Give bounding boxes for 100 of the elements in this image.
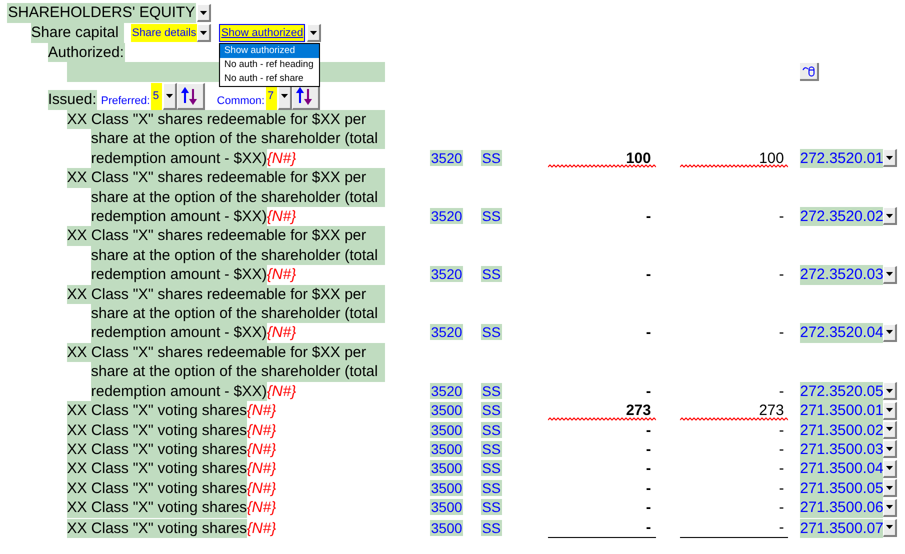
dropdown-button[interactable] <box>883 207 898 226</box>
note-reference: {N#} <box>266 382 296 402</box>
dropdown-button[interactable] <box>883 498 898 517</box>
code-cell: 3520 <box>430 150 464 166</box>
share-details-dropdown[interactable]: Share details <box>131 24 198 42</box>
line-item-label: XX Class "X" voting shares <box>67 498 247 518</box>
note-reference: {N#} <box>246 401 276 420</box>
line-item-label: XX Class "X" shares redeemable for $XX per <box>67 168 385 188</box>
line-item-label: XX Class "X" shares redeemable for $XX per <box>67 110 385 130</box>
prior-amount-cell-text: - <box>778 420 785 440</box>
amount-cell-text: - <box>645 478 652 498</box>
caret-icon <box>886 466 894 470</box>
reference-cell: 271.3500.06 <box>800 498 884 518</box>
line-item-label: redemption amount - $XX) <box>91 148 267 168</box>
reference-cell: 272.3520.02 <box>800 207 884 226</box>
type-cell: SS <box>481 150 502 166</box>
type-cell: SS <box>481 402 502 418</box>
dropdown-button[interactable] <box>883 149 898 168</box>
note-reference: {N#} <box>246 478 276 498</box>
line-item-label: redemption amount - $XX) <box>91 382 267 402</box>
dropdown-button[interactable] <box>197 24 212 42</box>
type-cell: SS <box>481 208 502 224</box>
dropdown-button[interactable] <box>883 518 898 537</box>
line-item-label: share at the option of the shareholder (total <box>91 362 385 382</box>
type-cell: SS <box>481 460 502 476</box>
dropdown-button[interactable] <box>883 324 898 342</box>
reference-cell: 271.3500.01 <box>800 401 884 420</box>
authorized-label: Authorized: <box>48 43 125 62</box>
dropdown-button[interactable] <box>883 382 898 400</box>
reference-cell: 272.3520.03 <box>800 265 884 285</box>
caret-icon <box>200 10 208 14</box>
note-reference: {N#} <box>266 207 296 226</box>
note-reference: {N#} <box>246 420 276 440</box>
line-item-label: redemption amount - $XX) <box>91 207 267 226</box>
caret-icon <box>886 408 894 412</box>
caret-icon <box>886 525 894 530</box>
note-reference: {N#} <box>246 518 276 538</box>
caret-icon <box>200 30 208 34</box>
dropdown-option[interactable]: Show authorized <box>220 44 320 58</box>
dropdown-button[interactable] <box>883 420 898 439</box>
caret-icon <box>886 156 894 160</box>
prior-amount-cell-text: - <box>778 265 785 285</box>
type-cell: SS <box>481 520 502 536</box>
code-cell: 3500 <box>430 520 464 536</box>
reference-cell: 272.3520.05 <box>800 382 884 402</box>
reference-cell: 272.3520.01 <box>800 148 884 168</box>
reference-cell: 271.3500.02 <box>800 420 884 440</box>
dropdown-button[interactable] <box>197 4 212 22</box>
caret-icon <box>886 505 894 510</box>
prior-amount-cell-text: - <box>778 498 785 518</box>
code-cell: 3500 <box>430 422 464 438</box>
preferred-count-field[interactable]: 5 <box>150 83 162 110</box>
line-item-label: share at the option of the shareholder (total <box>91 188 385 208</box>
reference-cell: 271.3500.04 <box>800 459 884 479</box>
dropdown-button[interactable] <box>883 440 898 458</box>
reference-cell: 272.3520.04 <box>800 323 884 343</box>
note-reference: {N#} <box>266 323 296 343</box>
dropdown-button[interactable] <box>307 24 322 42</box>
prior-amount-cell-text: - <box>778 323 785 343</box>
caret-icon <box>166 94 173 98</box>
common-label: Common: <box>216 94 265 109</box>
line-item-label: XX Class "X" shares redeemable for $XX per <box>67 226 385 246</box>
type-cell: SS <box>481 266 502 282</box>
section-title: SHAREHOLDERS' EQUITY <box>7 3 196 23</box>
code-cell: 3500 <box>430 499 464 516</box>
caret-icon <box>886 272 894 276</box>
dropdown-button[interactable] <box>883 460 898 478</box>
line-item-label: XX Class "X" voting shares <box>67 459 247 479</box>
reference-cell: 271.3500.07 <box>800 518 884 538</box>
dropdown-button[interactable] <box>162 83 177 110</box>
preferred-label: Preferred: <box>101 94 150 109</box>
type-cell: SS <box>481 422 502 438</box>
dropdown-button[interactable] <box>883 266 898 284</box>
dropdown-button[interactable] <box>883 479 898 498</box>
line-item-label: XX Class "X" voting shares <box>67 420 247 440</box>
line-item-label: XX Class "X" shares redeemable for $XX per <box>67 342 385 362</box>
line-item-label: XX Class "X" shares redeemable for $XX per <box>67 284 385 304</box>
authorized-dropdown[interactable]: Show authorized <box>219 24 306 42</box>
amount-cell: 100 <box>548 148 656 168</box>
line-item-label: XX Class "X" voting shares <box>67 401 247 420</box>
mouse-button[interactable] <box>800 63 819 81</box>
line-item-label: redemption amount - $XX) <box>91 265 267 285</box>
code-cell: 3520 <box>430 382 464 399</box>
amount-cell-text: - <box>645 420 652 440</box>
code-cell: 3500 <box>430 402 464 418</box>
prior-amount-cell-text: - <box>778 459 785 479</box>
line-item-label: share at the option of the shareholder (total <box>91 129 385 149</box>
mouse-icon <box>802 65 816 77</box>
sort-button[interactable] <box>176 83 205 110</box>
dropdown-option[interactable]: No auth - ref heading <box>220 58 320 72</box>
type-cell: SS <box>481 480 502 496</box>
issued-label: Issued: <box>48 90 97 110</box>
type-cell: SS <box>481 499 502 516</box>
note-reference: {N#} <box>246 459 276 479</box>
line-item-label: share at the option of the shareholder (total <box>91 304 385 324</box>
dropdown-button[interactable] <box>883 402 898 420</box>
dropdown-option[interactable]: No auth - ref share <box>220 72 320 86</box>
caret-icon <box>886 427 894 432</box>
line-item-label: XX Class "X" voting shares <box>67 478 247 498</box>
caret-icon <box>886 388 894 393</box>
